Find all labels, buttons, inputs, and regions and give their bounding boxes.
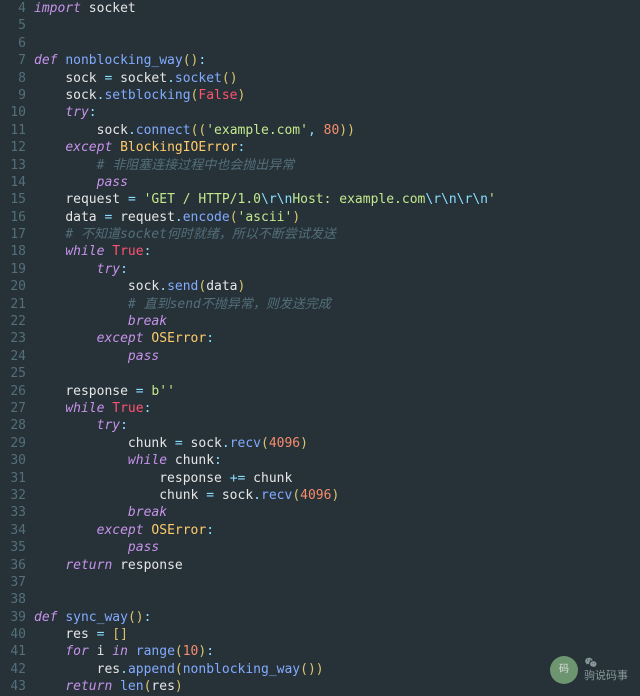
code-line: except BlockingIOError: — [34, 139, 640, 156]
avatar: 码 — [550, 656, 578, 684]
code-line — [34, 574, 640, 591]
line-number: 31 — [0, 470, 26, 487]
line-number: 11 — [0, 122, 26, 139]
code-line — [34, 35, 640, 52]
line-number: 13 — [0, 157, 26, 174]
code-line: sock = socket.socket() — [34, 70, 640, 87]
code-line: return response — [34, 557, 640, 574]
code-line: # 非阻塞连接过程中也会抛出异常 — [34, 157, 640, 174]
code-line: pass — [34, 348, 640, 365]
code-line: def nonblocking_way(): — [34, 52, 640, 69]
code-line: sock.send(data) — [34, 278, 640, 295]
line-number-gutter: 4567891011121314151617181920212223242526… — [0, 0, 34, 696]
line-number: 36 — [0, 557, 26, 574]
line-number: 6 — [0, 35, 26, 52]
code-line: pass — [34, 539, 640, 556]
line-number: 19 — [0, 261, 26, 278]
code-line: except OSError: — [34, 330, 640, 347]
code-line: res = [] — [34, 626, 640, 643]
code-line: import socket — [34, 0, 640, 17]
line-number: 30 — [0, 452, 26, 469]
watermark-name: 驹说码事 — [584, 670, 628, 683]
line-number: 4 — [0, 0, 26, 17]
line-number: 24 — [0, 348, 26, 365]
code-line: chunk = sock.recv(4096) — [34, 435, 640, 452]
code-line: try: — [34, 417, 640, 434]
code-line: response = b'' — [34, 383, 640, 400]
code-line: except OSError: — [34, 522, 640, 539]
line-number: 9 — [0, 87, 26, 104]
code-line: sock.setblocking(False) — [34, 87, 640, 104]
code-line — [34, 365, 640, 382]
code-line: response += chunk — [34, 470, 640, 487]
line-number: 20 — [0, 278, 26, 295]
code-line: try: — [34, 104, 640, 121]
code-line: while True: — [34, 400, 640, 417]
code-line — [34, 591, 640, 608]
line-number: 14 — [0, 174, 26, 191]
line-number: 33 — [0, 504, 26, 521]
code-line: request = 'GET / HTTP/1.0\r\nHost: examp… — [34, 191, 640, 208]
line-number: 29 — [0, 435, 26, 452]
code-line: while True: — [34, 243, 640, 260]
line-number: 26 — [0, 383, 26, 400]
line-number: 17 — [0, 226, 26, 243]
code-line: chunk = sock.recv(4096) — [34, 487, 640, 504]
line-number: 23 — [0, 330, 26, 347]
code-line: # 不知道socket何时就绪，所以不断尝试发送 — [34, 226, 640, 243]
code-line: while chunk: — [34, 452, 640, 469]
code-line: break — [34, 313, 640, 330]
line-number: 41 — [0, 643, 26, 660]
code-line: pass — [34, 174, 640, 191]
line-number: 8 — [0, 70, 26, 87]
code-line: data = request.encode('ascii') — [34, 209, 640, 226]
line-number: 28 — [0, 417, 26, 434]
code-line — [34, 17, 640, 34]
line-number: 34 — [0, 522, 26, 539]
line-number: 40 — [0, 626, 26, 643]
line-number: 39 — [0, 609, 26, 626]
code-editor: 4567891011121314151617181920212223242526… — [0, 0, 640, 696]
line-number: 32 — [0, 487, 26, 504]
wechat-icon — [584, 656, 598, 670]
code-line: # 直到send不抛异常，则发送完成 — [34, 296, 640, 313]
line-number: 5 — [0, 17, 26, 34]
line-number: 18 — [0, 243, 26, 260]
line-number: 42 — [0, 661, 26, 678]
line-number: 25 — [0, 365, 26, 382]
line-number: 22 — [0, 313, 26, 330]
line-number: 16 — [0, 209, 26, 226]
line-number: 12 — [0, 139, 26, 156]
code-line: sock.connect(('example.com', 80)) — [34, 122, 640, 139]
code-content: import socket def nonblocking_way(): soc… — [34, 0, 640, 696]
code-line: break — [34, 504, 640, 521]
line-number: 21 — [0, 296, 26, 313]
code-line: try: — [34, 261, 640, 278]
code-line: def sync_way(): — [34, 609, 640, 626]
watermark: 码 驹说码事 — [550, 656, 628, 684]
line-number: 27 — [0, 400, 26, 417]
line-number: 35 — [0, 539, 26, 556]
line-number: 10 — [0, 104, 26, 121]
line-number: 43 — [0, 678, 26, 695]
line-number: 37 — [0, 574, 26, 591]
line-number: 15 — [0, 191, 26, 208]
line-number: 7 — [0, 52, 26, 69]
line-number: 38 — [0, 591, 26, 608]
